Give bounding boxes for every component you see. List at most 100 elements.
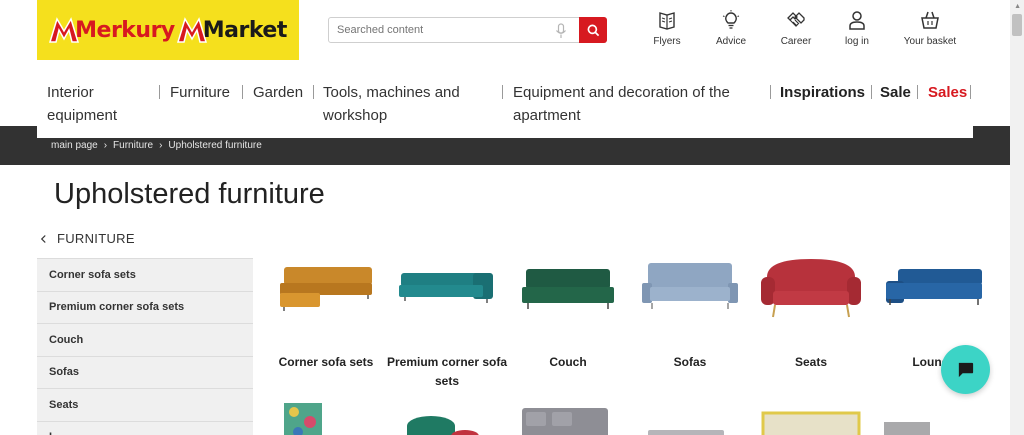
sidebar-item-label: Seats — [49, 398, 79, 411]
nav-item-label: Inspirations — [780, 84, 866, 101]
sidebar-item-corner-sofa-sets[interactable]: Corner sofa sets — [37, 259, 253, 292]
sidebar-item-couch[interactable]: Couch — [37, 324, 253, 357]
logo[interactable]: Merkury Market — [37, 0, 299, 60]
nav-separator — [871, 85, 872, 99]
category-tile-premium-corner-sofa-sets[interactable]: Premium corner sofa sets — [387, 255, 507, 388]
basket-label: Your basket — [903, 36, 957, 47]
nav-separator — [770, 85, 771, 99]
category-label-line: sets — [434, 374, 460, 388]
nav-item-label: workshop — [323, 107, 388, 124]
nav-item-garden[interactable]: Garden — [253, 81, 303, 104]
product-image-grey-headboard[interactable] — [878, 400, 990, 435]
sidebar-item-label: Corner sofa sets — [49, 268, 136, 281]
page-scrollbar[interactable]: ▲ — [1010, 0, 1024, 435]
microphone-icon[interactable] — [554, 23, 568, 39]
category-tile-lounge[interactable]: Lounge — [878, 255, 990, 369]
category-label: Couch — [507, 353, 629, 372]
nav-separator — [502, 85, 503, 99]
nav-item-equipment-decoration[interactable]: Equipment and decoration of the apartmen… — [513, 81, 730, 127]
category-label-line: Corner sofa sets — [278, 355, 374, 369]
nav-item-label: Interior — [47, 84, 94, 101]
category-label: Sofas — [629, 353, 751, 372]
search-button[interactable] — [579, 17, 607, 43]
product-image-green-pouf[interactable] — [391, 400, 503, 435]
product-image-grey-corner-sofa[interactable] — [512, 400, 624, 435]
basket-link[interactable]: Your basket — [895, 10, 965, 47]
nav-item-label: Garden — [253, 84, 304, 101]
category-tile-sofas[interactable]: Sofas — [634, 255, 746, 369]
category-tile-corner-sofa-sets[interactable]: Corner sofa sets — [270, 255, 382, 369]
sidebar-item-premium-corner-sofa-sets[interactable]: Premium corner sofa sets — [37, 292, 253, 324]
category-label: Premium corner sofa sets — [386, 353, 508, 391]
corner-sofa-image — [280, 267, 372, 311]
chat-button[interactable] — [941, 345, 990, 394]
chevron-right-icon: › — [103, 140, 108, 151]
category-label-line: Seats — [794, 355, 828, 369]
chat-bubble-icon — [958, 362, 974, 378]
nav-item-label: Tools, machines and — [323, 84, 460, 101]
nav-item-inspirations[interactable]: Inspirations — [780, 81, 865, 104]
nav-item-tools[interactable]: Tools, machines and workshop — [323, 81, 460, 127]
nav-item-sale[interactable]: Sale — [880, 81, 911, 104]
back-label: FURNITURE — [57, 231, 135, 246]
breadcrumb: main page › Furniture › Upholstered furn… — [51, 140, 262, 151]
breadcrumb-main-page[interactable]: main page — [51, 140, 98, 151]
main-nav: Interior equipment Furniture Garden Tool… — [37, 72, 973, 138]
breadcrumb-furniture[interactable]: Furniture — [113, 140, 153, 151]
back-to-furniture-link[interactable]: FURNITURE — [40, 231, 135, 246]
sidebar-item-label: L — [49, 431, 56, 435]
nav-separator — [313, 85, 314, 99]
sidebar-item-seats[interactable]: Seats — [37, 389, 253, 422]
nav-item-furniture[interactable]: Furniture — [170, 81, 230, 104]
nav-item-label: Furniture — [170, 84, 231, 101]
nav-item-sales[interactable]: Sales — [928, 81, 967, 104]
logo-m-left-icon — [49, 17, 80, 43]
sidebar-item-label: Premium corner sofa sets — [49, 301, 185, 314]
category-label-line: Premium corner sofa — [386, 355, 508, 369]
premium-corner-sofa-image — [399, 273, 493, 303]
product-image-grey-sofa[interactable] — [634, 400, 746, 435]
sofa-image — [642, 263, 738, 309]
lightbulb-icon — [722, 10, 740, 29]
sidebar-item-label: Couch — [49, 333, 84, 346]
nav-item-label: equipment — [47, 107, 118, 124]
sidebar-item-sofas[interactable]: Sofas — [37, 357, 253, 389]
login-label: log in — [845, 36, 869, 47]
basket-icon — [921, 11, 939, 29]
nav-item-label: Sales — [928, 84, 968, 101]
nav-separator — [242, 85, 243, 99]
product-image-yellow-bed[interactable] — [755, 400, 867, 435]
nav-item-label: Equipment and decoration of the — [513, 84, 730, 101]
advice-link[interactable]: Advice — [696, 10, 766, 47]
nav-separator — [970, 85, 971, 99]
sidebar-item-lounge[interactable]: L — [37, 422, 253, 435]
scrollbar-thumb[interactable] — [1012, 14, 1022, 36]
nav-item-interior-equipment[interactable]: Interior equipment — [47, 81, 117, 127]
category-tile-couch[interactable]: Couch — [512, 255, 624, 369]
seats-image — [761, 259, 861, 318]
couch-image — [522, 269, 614, 309]
category-tile-seats[interactable]: Seats — [755, 255, 867, 369]
search-bar — [328, 17, 607, 43]
product-image-patterned-chair[interactable] — [270, 400, 382, 435]
user-icon — [849, 11, 865, 30]
nav-item-label: apartment — [513, 107, 581, 124]
chevron-right-icon: › — [159, 140, 163, 151]
flyers-link[interactable]: Flyers — [632, 10, 702, 47]
category-label: Corner sofa sets — [265, 353, 387, 372]
lounge-image — [886, 269, 982, 305]
breadcrumb-current: Upholstered furniture — [168, 140, 262, 151]
career-link[interactable]: Career — [761, 10, 831, 47]
category-label-line: Sofas — [673, 355, 707, 369]
chevron-left-icon — [40, 234, 46, 243]
login-link[interactable]: log in — [822, 10, 892, 47]
advice-label: Advice — [715, 36, 746, 47]
sidebar-item-label: Sofas — [49, 366, 79, 379]
category-sidebar: Corner sofa sets Premium corner sofa set… — [37, 258, 253, 435]
search-icon — [587, 24, 599, 36]
search-input[interactable] — [329, 24, 549, 36]
scroll-up-arrow-icon[interactable]: ▲ — [1014, 3, 1021, 10]
career-label: Career — [780, 36, 812, 47]
handshake-icon — [787, 12, 805, 27]
flyers-icon — [659, 12, 675, 30]
